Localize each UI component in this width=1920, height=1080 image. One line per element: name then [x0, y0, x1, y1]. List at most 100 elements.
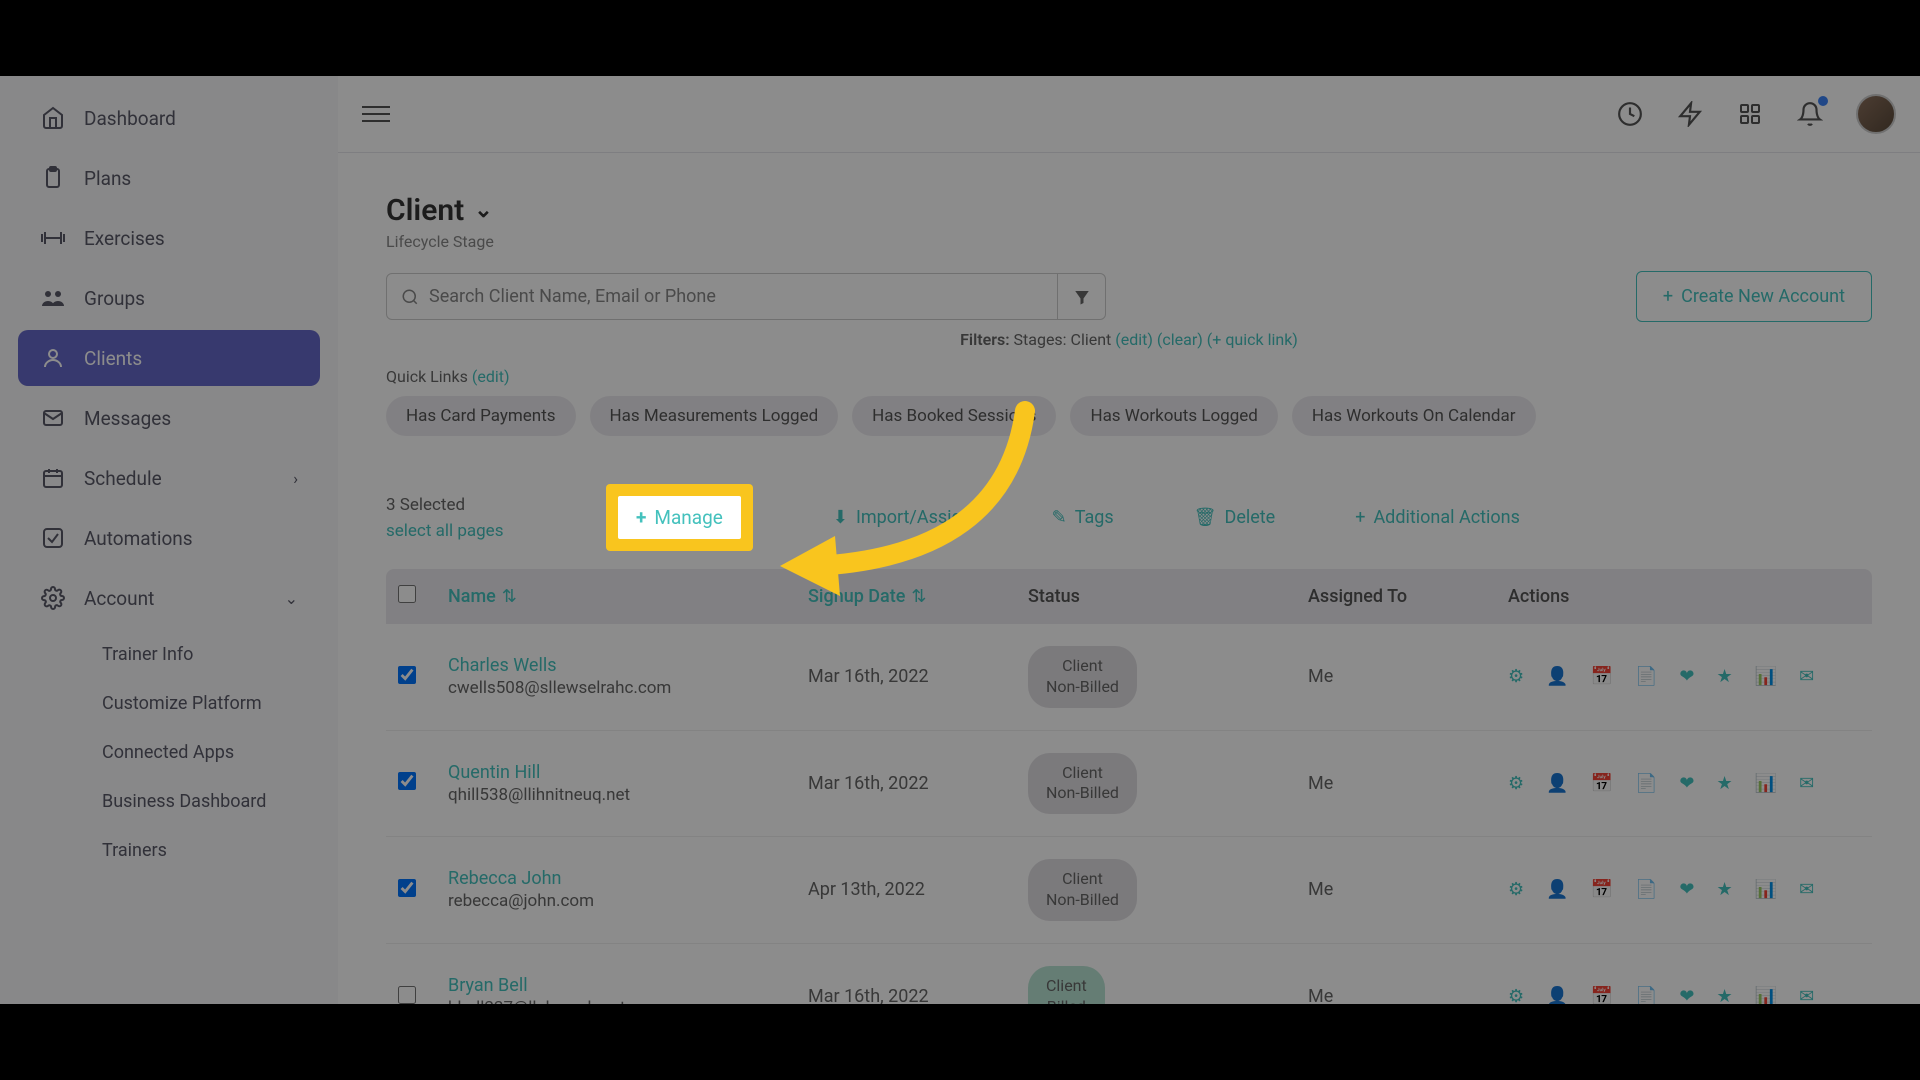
- chart-icon[interactable]: 📊: [1755, 986, 1777, 1004]
- file-icon[interactable]: 📄: [1635, 879, 1657, 900]
- sidebar-sub-customize-platform[interactable]: Customize Platform: [84, 679, 320, 728]
- chart-icon[interactable]: 📊: [1755, 773, 1777, 794]
- sidebar-sub-trainer-info[interactable]: Trainer Info: [84, 630, 320, 679]
- heart-icon[interactable]: ❤: [1679, 666, 1694, 687]
- mail-icon: [40, 405, 66, 431]
- client-name-link[interactable]: Bryan Bell: [448, 975, 808, 996]
- search-placeholder: Search Client Name, Email or Phone: [429, 286, 716, 307]
- hamburger-icon[interactable]: [362, 100, 390, 128]
- star-icon[interactable]: ★: [1717, 773, 1733, 794]
- sidebar-item-automations[interactable]: Automations: [18, 510, 320, 566]
- file-icon[interactable]: 📄: [1635, 986, 1657, 1004]
- sidebar-item-dashboard[interactable]: Dashboard: [18, 90, 320, 146]
- chip-measurements[interactable]: Has Measurements Logged: [590, 396, 839, 436]
- filter-button[interactable]: [1057, 274, 1105, 319]
- search-input[interactable]: Search Client Name, Email or Phone: [387, 274, 1057, 319]
- sidebar-sub-trainers[interactable]: Trainers: [84, 826, 320, 875]
- row-checkbox[interactable]: [398, 666, 416, 684]
- filters-clear-link[interactable]: (clear): [1157, 330, 1203, 349]
- mail-icon[interactable]: ✉: [1799, 773, 1814, 794]
- plus-icon: +: [1355, 507, 1365, 528]
- topbar: [338, 76, 1920, 153]
- sidebar-item-account[interactable]: Account ⌄: [18, 570, 320, 626]
- file-icon[interactable]: 📄: [1635, 773, 1657, 794]
- select-all-pages[interactable]: select all pages: [386, 521, 606, 541]
- create-account-button[interactable]: + Create New Account: [1636, 271, 1872, 322]
- row-checkbox[interactable]: [398, 986, 416, 1004]
- filters-label: Filters:: [960, 330, 1009, 349]
- sidebar-item-exercises[interactable]: Exercises: [18, 210, 320, 266]
- sidebar-item-clients[interactable]: Clients: [18, 330, 320, 386]
- file-icon[interactable]: 📄: [1635, 666, 1657, 687]
- heart-icon[interactable]: ❤: [1679, 879, 1694, 900]
- delete-button[interactable]: 🗑 Delete: [1194, 507, 1276, 528]
- assigned-to: Me: [1308, 773, 1508, 794]
- apps-icon[interactable]: [1736, 100, 1764, 128]
- sidebar-item-plans[interactable]: Plans: [18, 150, 320, 206]
- heart-icon[interactable]: ❤: [1679, 773, 1694, 794]
- sort-icon: ⇅: [502, 586, 517, 607]
- calendar-icon[interactable]: 📅: [1591, 773, 1613, 794]
- status-badge: ClientBilled: [1028, 966, 1105, 1004]
- sidebar-item-label: Exercises: [84, 227, 298, 250]
- chip-booked-sessions[interactable]: Has Booked Sessions: [852, 396, 1056, 436]
- person-icon[interactable]: 👤: [1546, 986, 1568, 1004]
- additional-actions-button[interactable]: + Additional Actions: [1355, 507, 1520, 528]
- star-icon[interactable]: ★: [1717, 879, 1733, 900]
- signup-date: Apr 13th, 2022: [808, 879, 1028, 900]
- gear-icon[interactable]: ⚙: [1508, 879, 1524, 900]
- mail-icon[interactable]: ✉: [1799, 879, 1814, 900]
- filters-quicklink[interactable]: (+ quick link): [1207, 330, 1298, 349]
- sidebar-item-schedule[interactable]: Schedule ›: [18, 450, 320, 506]
- clock-icon[interactable]: [1616, 100, 1644, 128]
- table-row: Bryan Bell bbell227@llebnayrb.net Mar 16…: [386, 944, 1872, 1004]
- sidebar-sub-business-dashboard[interactable]: Business Dashboard: [84, 777, 320, 826]
- page-title[interactable]: Client ⌄: [386, 193, 493, 228]
- col-name[interactable]: Name ⇅: [448, 586, 808, 607]
- row-checkbox[interactable]: [398, 879, 416, 897]
- import-assign-button[interactable]: ⬇ Import/Assign: [833, 507, 972, 528]
- gear-icon[interactable]: ⚙: [1508, 666, 1524, 687]
- heart-icon[interactable]: ❤: [1679, 986, 1694, 1004]
- star-icon[interactable]: ★: [1717, 666, 1733, 687]
- gear-icon[interactable]: ⚙: [1508, 986, 1524, 1004]
- star-icon[interactable]: ★: [1717, 986, 1733, 1004]
- chip-workouts-logged[interactable]: Has Workouts Logged: [1070, 396, 1277, 436]
- status-badge: ClientNon-Billed: [1028, 859, 1137, 921]
- tags-button[interactable]: ✎ Tags: [1052, 507, 1114, 528]
- client-name-link[interactable]: Rebecca John: [448, 868, 808, 889]
- sidebar-sub-connected-apps[interactable]: Connected Apps: [84, 728, 320, 777]
- person-icon[interactable]: 👤: [1546, 666, 1568, 687]
- sidebar-item-groups[interactable]: Groups: [18, 270, 320, 326]
- calendar-icon[interactable]: 📅: [1591, 666, 1613, 687]
- sort-icon: ⇅: [911, 586, 926, 607]
- page-subtitle: Lifecycle Stage: [386, 232, 1872, 251]
- bell-icon[interactable]: [1796, 100, 1824, 128]
- sidebar-item-messages[interactable]: Messages: [18, 390, 320, 446]
- gear-icon: [40, 585, 66, 611]
- group-icon: [40, 285, 66, 311]
- manage-button[interactable]: + Manage: [618, 496, 741, 539]
- mail-icon[interactable]: ✉: [1799, 666, 1814, 687]
- person-icon[interactable]: 👤: [1546, 773, 1568, 794]
- person-icon[interactable]: 👤: [1546, 879, 1568, 900]
- gear-icon[interactable]: ⚙: [1508, 773, 1524, 794]
- mail-icon[interactable]: ✉: [1799, 986, 1814, 1004]
- filter-icon: [1073, 288, 1091, 306]
- calendar-icon[interactable]: 📅: [1591, 986, 1613, 1004]
- filters-edit-link[interactable]: (edit): [1115, 330, 1153, 349]
- home-icon: [40, 105, 66, 131]
- select-all-checkbox[interactable]: [398, 585, 416, 603]
- row-checkbox[interactable]: [398, 772, 416, 790]
- chart-icon[interactable]: 📊: [1755, 879, 1777, 900]
- avatar[interactable]: [1856, 94, 1896, 134]
- quicklinks-edit-link[interactable]: (edit): [472, 367, 510, 386]
- chart-icon[interactable]: 📊: [1755, 666, 1777, 687]
- lightning-icon[interactable]: [1676, 100, 1704, 128]
- chip-card-payments[interactable]: Has Card Payments: [386, 396, 576, 436]
- client-name-link[interactable]: Charles Wells: [448, 655, 808, 676]
- col-signup[interactable]: Signup Date ⇅: [808, 586, 1028, 607]
- chip-workouts-calendar[interactable]: Has Workouts On Calendar: [1292, 396, 1536, 436]
- client-name-link[interactable]: Quentin Hill: [448, 762, 808, 783]
- calendar-icon[interactable]: 📅: [1591, 879, 1613, 900]
